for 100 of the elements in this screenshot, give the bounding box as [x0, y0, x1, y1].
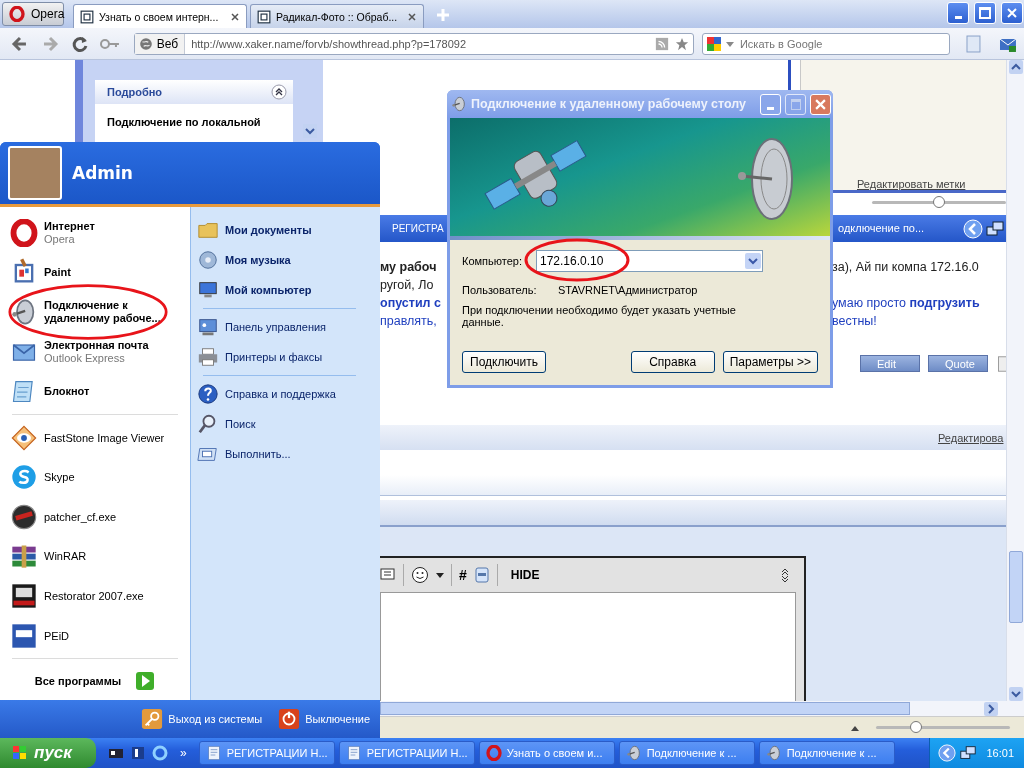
help-button[interactable]: Справка [630, 351, 715, 373]
zoom-slider[interactable] [876, 721, 1010, 734]
place-label: Моя музыка [225, 254, 291, 266]
collapse-icon[interactable] [271, 84, 287, 100]
program-subtitle: Opera [44, 233, 76, 246]
options-button[interactable]: Параметры >> [722, 351, 818, 373]
caret-icon[interactable] [436, 571, 444, 579]
start-menu-item[interactable]: Моя музыка [197, 245, 380, 275]
printer-icon [197, 346, 219, 368]
task-label[interactable]: одключение по... [838, 222, 925, 234]
start-menu-item[interactable]: PEiD [0, 615, 190, 656]
shut-down-button[interactable]: Выключение [276, 706, 372, 732]
user-value: STAVRNET\Администратор [558, 284, 698, 296]
edit-link[interactable]: Редактирова [938, 432, 1004, 444]
task-label: РЕГИСТРАЦИИ Н... [366, 747, 468, 759]
start-menu-item[interactable]: Restorator 2007.exe [0, 576, 190, 616]
code-tool[interactable]: # [459, 567, 467, 583]
user-label: Пользователь: [462, 284, 536, 296]
page-icon [80, 9, 94, 24]
network-icon[interactable] [959, 744, 978, 762]
globe-icon [138, 36, 153, 51]
browser-tab[interactable]: Узнать о своем интерн... [73, 4, 247, 28]
program-name: Подключение к удаленному рабоче... [44, 298, 162, 325]
close-icon[interactable] [407, 11, 417, 22]
ring-icon [10, 218, 38, 247]
menu-button[interactable]: Opera [2, 2, 64, 26]
post-text: правлять, [380, 314, 437, 328]
scrollbar-thumb[interactable] [1008, 551, 1023, 623]
computer-combobox[interactable]: 172.16.0.10 [536, 250, 763, 272]
post-text: ругой, Ло [380, 278, 434, 292]
start-menu-item[interactable]: Skype [0, 457, 190, 498]
scroll-down-icon[interactable] [1008, 687, 1023, 701]
search-engine-icon[interactable] [705, 35, 722, 52]
clock: 16:01 [986, 747, 1014, 759]
vertical-scrollbar[interactable] [1006, 60, 1024, 701]
hide-tool[interactable]: HIDE [510, 568, 540, 582]
browser-tab[interactable]: Радикал-Фото :: Обраб... [250, 4, 424, 28]
window-title: Подключение к удаленному рабочему столу [471, 97, 746, 111]
panel-item[interactable]: Подключение по локальной [95, 104, 293, 128]
post-text: вестны! [832, 314, 877, 328]
edit-tags-link[interactable]: Редактировать метки [857, 178, 966, 190]
message-input[interactable] [380, 592, 796, 701]
scroll-right-icon[interactable] [984, 701, 998, 716]
program-subtitle: Outlook Express [44, 352, 126, 364]
eye-icon [10, 423, 38, 452]
start-menu-item[interactable]: Поиск [197, 409, 380, 439]
task-label[interactable]: РЕГИСТРА [392, 223, 444, 234]
place-label: Выполнить... [225, 448, 291, 460]
start-menu-item[interactable]: Интернет Opera [0, 213, 190, 253]
scope-label: Веб [134, 33, 186, 54]
more-chevron[interactable]: » [180, 746, 187, 760]
start-menu-item[interactable]: patcher_cf.exe [0, 497, 190, 537]
connect-button[interactable]: Подключить [462, 351, 546, 373]
start-menu-item[interactable]: Выполнить... [197, 439, 380, 469]
search-bar[interactable]: Искать в Google [701, 32, 951, 55]
log-off-button[interactable]: Выход из системы [139, 706, 265, 732]
program-name: Блокнот [44, 384, 91, 398]
search-input[interactable]: Искать в Google [737, 36, 950, 51]
task-label: Подключение к ... [786, 747, 877, 759]
start-menu-item[interactable]: FastStone Image Viewer [0, 417, 190, 458]
panel-title: Подробно [107, 86, 163, 98]
start-menu-item[interactable]: Принтеры и факсы [197, 342, 380, 372]
zoom-slider[interactable] [872, 196, 1006, 208]
restore-icon[interactable] [974, 2, 996, 24]
post-text: опустил с [380, 296, 441, 310]
program-name: Paint [44, 265, 72, 279]
start-menu-item[interactable]: Панель управления [197, 312, 380, 342]
start-menu-item[interactable]: WinRAR [0, 536, 190, 577]
smiley-icon[interactable] [411, 566, 429, 584]
minimize-icon[interactable] [947, 2, 969, 24]
start-menu-item[interactable]: Блокнот [0, 371, 190, 411]
quote-bubble-icon[interactable] [380, 567, 396, 583]
address-field[interactable]: Веб http://www.xaker.name/forvb/showthread.php?p=178092 [133, 32, 694, 55]
all-programs-item[interactable]: Все программы [0, 662, 190, 700]
star-icon[interactable] [674, 36, 689, 51]
start-menu-item[interactable]: Справка и поддержка [197, 379, 380, 409]
user-name: Admin [72, 163, 133, 183]
media-player-icon[interactable] [130, 745, 146, 761]
tab-label: Радикал-Фото :: Обраб... [276, 10, 399, 23]
start-menu-item[interactable]: Мои документы [197, 215, 380, 245]
windows-flag-icon [12, 745, 28, 761]
start-menu-item[interactable]: Подключение к удаленному рабоче... [0, 292, 190, 332]
control-panel-icon [197, 316, 219, 338]
start-menu-item[interactable]: Мой компьютер [197, 275, 380, 305]
horizontal-scrollbar[interactable] [380, 701, 1024, 716]
close-icon[interactable] [230, 11, 240, 22]
place-label: Мой компьютер [225, 284, 312, 296]
task-label: Подключение к ... [646, 747, 737, 759]
emblem-icon [10, 502, 38, 531]
program-name: WinRAR [44, 550, 87, 563]
network-icon[interactable] [985, 219, 1005, 239]
note-text: При подключении необходимо будет указать учетные данные. [462, 304, 737, 328]
php-file-icon[interactable] [473, 567, 490, 583]
start-menu-item[interactable]: Электронная почта Outlook Express [0, 331, 190, 372]
place-label: Справка и поддержка [225, 388, 336, 400]
help-icon [197, 383, 219, 405]
document-icon [205, 745, 222, 761]
scroll-up-icon[interactable] [1008, 60, 1023, 74]
satellite-dish-icon [451, 96, 467, 112]
start-menu-item[interactable]: Paint [0, 252, 190, 293]
